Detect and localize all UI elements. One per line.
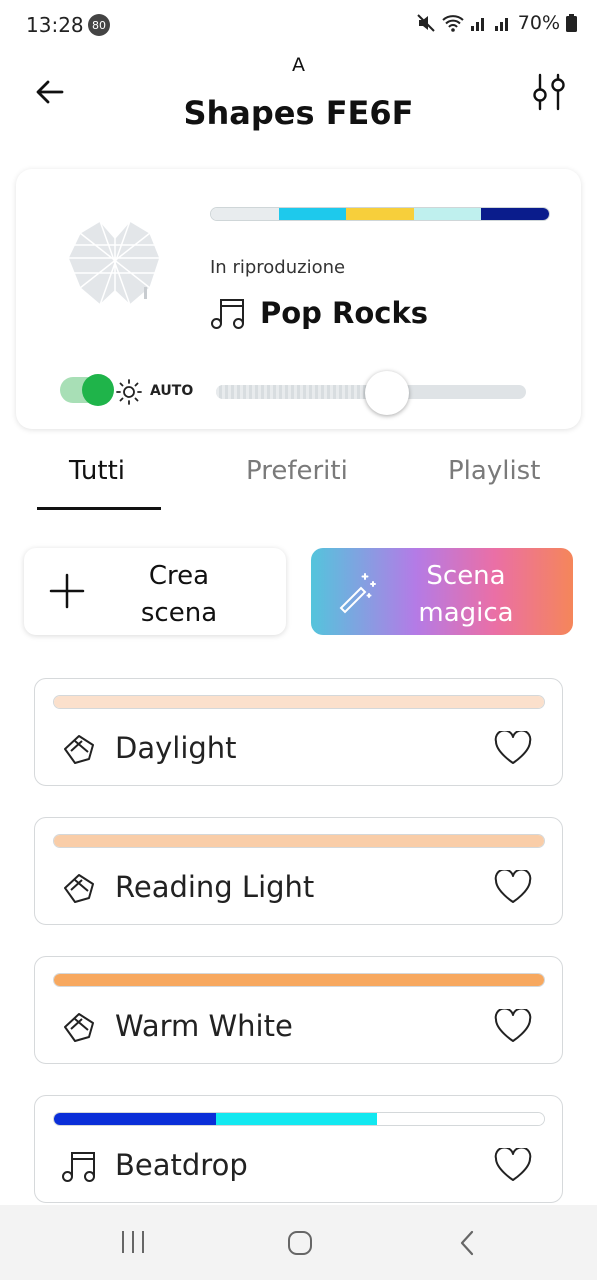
favorite-heart-icon[interactable]	[494, 1009, 532, 1043]
palette-segment	[481, 208, 549, 220]
home-icon[interactable]	[286, 1229, 314, 1257]
scene-name: Daylight	[115, 731, 237, 765]
scene-palette-segment	[215, 1113, 378, 1125]
scene-tabs: Tutti Preferiti Playlist	[0, 450, 597, 512]
signal-icon	[470, 18, 484, 31]
scene-plate-icon	[64, 874, 94, 903]
status-icons: 70%	[416, 12, 577, 34]
plus-icon	[49, 573, 85, 609]
status-bar: 13:28 80 70%	[0, 0, 597, 52]
brightness-slider[interactable]	[216, 371, 526, 415]
page-title: Shapes FE6F	[183, 94, 414, 132]
battery-percent: 70%	[517, 12, 560, 34]
battery-icon	[566, 14, 577, 32]
magic-scene-label-line1: Scena	[426, 561, 506, 591]
now-playing-scene: Pop Rocks	[260, 296, 429, 330]
power-toggle[interactable]	[60, 374, 114, 406]
scene-palette-segment	[54, 835, 544, 847]
scene-name: Beatdrop	[115, 1148, 248, 1182]
device-settings-button[interactable]	[527, 70, 571, 114]
now-playing-label: In riproduzione	[210, 257, 346, 278]
brightness-slider-fill	[216, 385, 387, 399]
favorite-heart-icon[interactable]	[494, 870, 532, 904]
magic-scene-label-line2: magica	[418, 598, 514, 628]
palette-segment	[413, 208, 482, 220]
header-subtitle: A	[292, 54, 305, 76]
scene-palette-segment	[54, 974, 544, 986]
scene-item-reading-light[interactable]: Reading Light	[34, 817, 563, 925]
scene-palette-segment	[54, 1113, 216, 1125]
scene-plate-icon	[64, 1013, 94, 1042]
scene-palette-bar	[53, 973, 545, 987]
create-scene-label-line1: Crea	[148, 561, 210, 591]
sliders-icon	[533, 73, 565, 111]
palette-segment	[346, 208, 414, 220]
palette-segment	[278, 208, 347, 220]
scene-item-warm-white[interactable]: Warm White	[34, 956, 563, 1064]
palette-segment	[211, 208, 279, 220]
device-card: In riproduzione Pop Rocks AUTO	[16, 169, 581, 429]
create-scene-label-line2: scena	[140, 598, 218, 628]
scene-item-daylight[interactable]: Daylight	[34, 678, 563, 786]
status-time: 13:28	[26, 13, 84, 37]
current-palette-bar	[210, 207, 550, 221]
magic-scene-button[interactable]: Scena magica	[311, 548, 573, 635]
magic-wand-icon	[339, 573, 376, 614]
auto-brightness-label[interactable]: AUTO	[150, 383, 193, 399]
scene-name: Reading Light	[115, 870, 315, 904]
tab-playlist[interactable]: Playlist	[448, 456, 540, 486]
scene-palette-bar	[53, 834, 545, 848]
wifi-icon	[442, 15, 464, 32]
scene-palette-segment	[377, 1113, 544, 1125]
power-toggle-knob	[82, 374, 114, 406]
magic-scene-label: Scena magica	[401, 558, 531, 632]
scene-palette-bar	[53, 695, 545, 709]
now-playing-row[interactable]: Pop Rocks	[210, 295, 428, 331]
recent-apps-icon[interactable]	[118, 1229, 148, 1255]
mute-icon	[417, 14, 435, 32]
tab-tutti[interactable]: Tutti	[69, 456, 125, 486]
scene-palette-bar	[53, 1112, 545, 1126]
notification-badge: 80	[88, 14, 110, 36]
scene-item-beatdrop[interactable]: Beatdrop	[34, 1095, 563, 1203]
create-scene-label: Crea scena	[114, 558, 244, 632]
scene-plate-icon	[64, 735, 94, 764]
back-nav-icon[interactable]	[456, 1229, 480, 1257]
music-note-icon	[211, 299, 244, 329]
shapes-panels-image	[67, 220, 161, 307]
create-scene-button[interactable]: Crea scena	[24, 548, 286, 635]
active-tab-underline	[37, 507, 161, 510]
brightness-slider-handle[interactable]	[364, 371, 409, 415]
scene-name: Warm White	[115, 1009, 293, 1043]
signal-icon-2	[494, 18, 508, 31]
tab-preferiti[interactable]: Preferiti	[246, 456, 348, 486]
favorite-heart-icon[interactable]	[494, 1148, 532, 1182]
auto-brightness-sun-icon[interactable]	[116, 379, 142, 405]
scene-palette-segment	[54, 696, 544, 708]
favorite-heart-icon[interactable]	[494, 731, 532, 765]
music-note-icon	[62, 1152, 95, 1182]
system-nav-bar	[0, 1205, 597, 1280]
